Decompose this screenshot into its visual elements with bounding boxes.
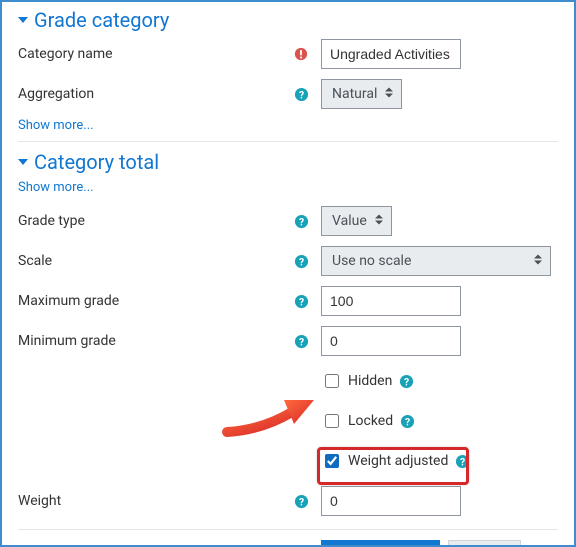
section-title-grade-category: Grade category xyxy=(34,6,169,34)
svg-text:?: ? xyxy=(298,295,303,308)
help-icon[interactable]: ? xyxy=(293,253,309,269)
show-more-link-category-total[interactable]: Show more... xyxy=(18,176,94,201)
scale-select[interactable]: Use no scale xyxy=(321,246,551,276)
svg-text:?: ? xyxy=(298,215,303,228)
row-grade-type: Grade type ? Value xyxy=(18,201,558,241)
aggregation-value: Natural xyxy=(332,86,377,102)
label-min-grade: Minimum grade xyxy=(18,333,116,349)
settings-form: Grade category Category name Aggregation… xyxy=(0,0,576,547)
row-locked: Locked ? xyxy=(18,401,558,441)
label-max-grade: Maximum grade xyxy=(18,293,119,309)
scale-value: Use no scale xyxy=(332,253,411,269)
help-icon[interactable]: ? xyxy=(454,453,470,469)
required-icon xyxy=(293,46,309,62)
help-icon[interactable]: ? xyxy=(398,373,414,389)
divider xyxy=(18,141,558,142)
row-weight-adjusted: Weight adjusted ? xyxy=(18,441,558,481)
help-icon[interactable]: ? xyxy=(293,333,309,349)
label-weight-adjusted: Weight adjusted xyxy=(348,453,448,469)
svg-text:?: ? xyxy=(298,495,303,508)
help-icon[interactable]: ? xyxy=(293,293,309,309)
section-grade-category: Grade category Category name Aggregation… xyxy=(18,2,558,139)
row-max-grade: Maximum grade ? xyxy=(18,281,558,321)
hidden-checkbox[interactable] xyxy=(325,374,339,388)
category-name-input[interactable] xyxy=(321,39,461,69)
min-grade-input[interactable] xyxy=(321,326,461,356)
row-hidden: Hidden ? xyxy=(18,361,558,401)
grade-type-value: Value xyxy=(332,213,367,229)
section-toggle-grade-category[interactable]: Grade category xyxy=(18,6,558,34)
aggregation-select[interactable]: Natural xyxy=(321,79,402,109)
section-toggle-category-total[interactable]: Category total xyxy=(18,148,558,176)
chevron-updown-icon xyxy=(375,214,383,229)
label-hidden: Hidden xyxy=(348,373,392,389)
help-icon[interactable]: ? xyxy=(293,86,309,102)
row-scale: Scale ? Use no scale xyxy=(18,241,558,281)
section-title-category-total: Category total xyxy=(34,148,159,176)
label-grade-type: Grade type xyxy=(18,213,85,229)
svg-text:?: ? xyxy=(460,455,465,468)
chevron-updown-icon xyxy=(385,87,393,102)
label-aggregation: Aggregation xyxy=(18,86,94,102)
weight-input[interactable] xyxy=(321,486,461,516)
svg-text:?: ? xyxy=(298,88,303,101)
chevron-updown-icon xyxy=(534,254,542,269)
svg-text:?: ? xyxy=(405,415,410,428)
svg-text:?: ? xyxy=(298,335,303,348)
locked-checkbox[interactable] xyxy=(325,414,339,428)
cancel-button[interactable]: Cancel xyxy=(448,540,522,547)
help-icon[interactable]: ? xyxy=(399,413,415,429)
label-category-name: Category name xyxy=(18,46,113,62)
row-weight: Weight ? xyxy=(18,481,558,521)
row-category-name: Category name xyxy=(18,34,558,74)
help-icon[interactable]: ? xyxy=(293,213,309,229)
row-min-grade: Minimum grade ? xyxy=(18,321,558,361)
caret-down-icon xyxy=(18,15,28,25)
weight-adjusted-checkbox[interactable] xyxy=(325,454,339,468)
max-grade-input[interactable] xyxy=(321,286,461,316)
label-locked: Locked xyxy=(348,413,393,429)
label-scale: Scale xyxy=(18,253,52,269)
help-icon[interactable]: ? xyxy=(293,493,309,509)
row-aggregation: Aggregation ? Natural xyxy=(18,74,558,114)
svg-text:?: ? xyxy=(404,375,409,388)
svg-text:?: ? xyxy=(298,255,303,268)
section-category-total: Category total Show more... Grade type ?… xyxy=(18,144,558,521)
caret-down-icon xyxy=(18,157,28,167)
show-more-link-grade-category[interactable]: Show more... xyxy=(18,114,94,139)
grade-type-select[interactable]: Value xyxy=(321,206,392,236)
label-weight: Weight xyxy=(18,493,61,509)
form-actions: Save changes Cancel xyxy=(18,529,558,547)
save-button[interactable]: Save changes xyxy=(321,540,440,547)
